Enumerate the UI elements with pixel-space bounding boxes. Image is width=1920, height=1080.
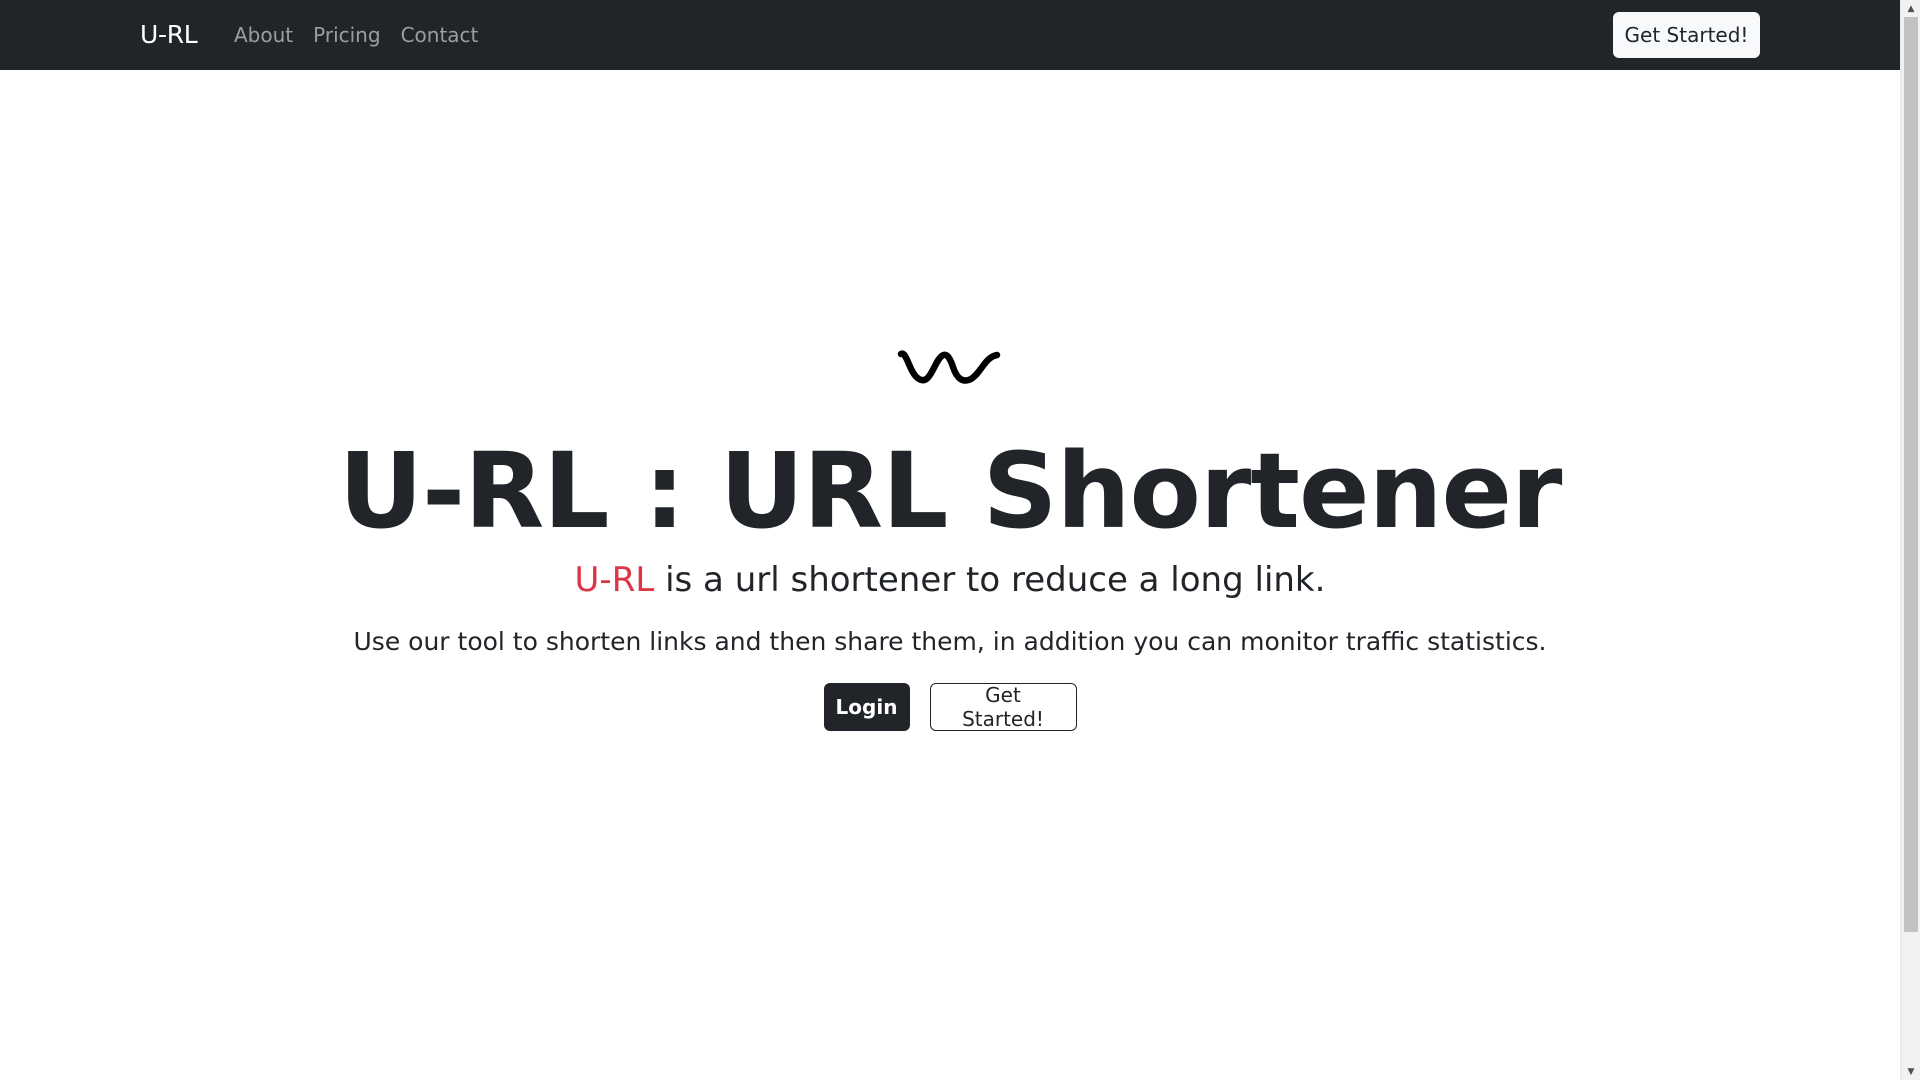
hero-lead: U-RL is a url shortener to reduce a long… [0,558,1900,602]
scroll-up-arrow-icon[interactable]: ▲ [1901,0,1920,17]
brand-logo-link[interactable]: U-RL [140,0,198,70]
scrollbar-thumb[interactable] [1904,17,1918,932]
navbar-get-started-button[interactable]: Get Started! [1613,12,1760,58]
hero-title: U-RL : URL Shortener [338,430,1563,552]
hero-lead-text: is a url shortener to reduce a long link… [654,560,1326,601]
wave-logo-icon [897,350,1001,384]
nav-link-contact[interactable]: Contact [391,0,489,70]
nav-link-pricing[interactable]: Pricing [303,0,390,70]
scroll-down-arrow-icon[interactable]: ▼ [1901,1063,1920,1080]
hero-section: U-RL : URL Shortener U-RL is a url short… [0,345,1900,731]
nav-link-about[interactable]: About [224,0,303,70]
hero-description: Use our tool to shorten links and then s… [353,627,1547,657]
top-navbar: U-RL About Pricing Contact Get Started! [0,0,1900,70]
hero-actions: Login Get Started! [0,682,1900,731]
landing-page: U-RL About Pricing Contact Get Started! … [0,0,1900,1080]
login-button[interactable]: Login [823,682,910,731]
hero-lead-accent: U-RL [574,560,655,601]
vertical-scrollbar[interactable]: ▲ ▼ [1900,0,1920,1080]
browser-viewport: U-RL About Pricing Contact Get Started! … [0,0,1920,1080]
nav-links: About Pricing Contact [224,0,488,70]
hero-get-started-button[interactable]: Get Started! [929,682,1077,731]
